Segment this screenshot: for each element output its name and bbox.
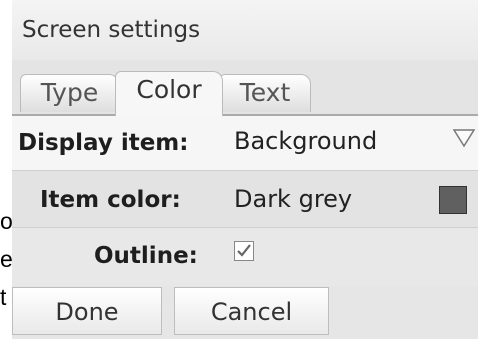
item-color-label: Item color: (40, 187, 181, 213)
outline-label: Outline: (94, 243, 198, 269)
color-swatch[interactable] (439, 186, 467, 214)
tab-bar: Type Color Text (12, 60, 478, 116)
done-button[interactable]: Done (12, 287, 162, 335)
tab-type[interactable]: Type (20, 74, 119, 112)
background-text-fragment: e (0, 246, 13, 272)
item-color-row[interactable]: Item color: Dark grey (12, 170, 478, 228)
cancel-button[interactable]: Cancel (174, 287, 329, 335)
screen-settings-dialog: Screen settings Type Color Text Display … (12, 0, 478, 339)
display-item-row[interactable]: Display item: Background (12, 116, 478, 170)
outline-checkbox[interactable] (234, 241, 254, 261)
checkmark-icon (237, 244, 251, 257)
tab-text[interactable]: Text (219, 74, 311, 112)
triangle-down-icon[interactable] (452, 128, 476, 148)
display-item-value[interactable]: Background (234, 127, 377, 155)
item-color-value[interactable]: Dark grey (234, 185, 352, 213)
tab-color[interactable]: Color (115, 71, 223, 116)
dialog-title: Screen settings (22, 17, 201, 43)
background-text-fragment: t (0, 284, 7, 310)
dialog-titlebar: Screen settings (12, 0, 478, 60)
outline-row: Outline: (12, 228, 478, 286)
display-item-label: Display item: (18, 130, 189, 156)
background-text-fragment: o (0, 208, 13, 234)
